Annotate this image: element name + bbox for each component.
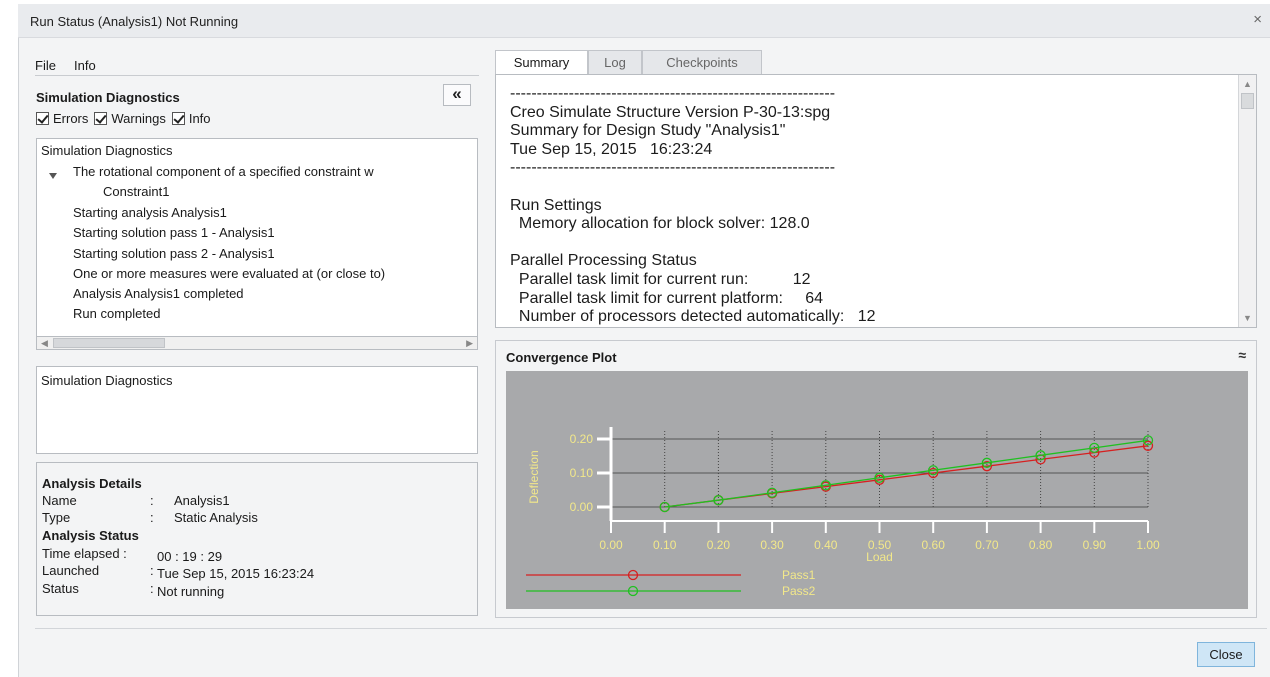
summary-vertical-scrollbar[interactable]: ▲ ▼ [1238, 75, 1256, 327]
tree-item[interactable]: The rotational component of a specified … [73, 164, 374, 179]
menu-info-label: Info [74, 58, 96, 73]
tree-item[interactable]: One or more measures were evaluated at (… [73, 266, 385, 281]
elapsed-value: 00 : 19 : 29 [157, 549, 223, 564]
x-tick-label: 0.90 [1083, 538, 1107, 552]
tree-item[interactable]: Starting solution pass 2 - Analysis1 [73, 246, 275, 261]
convergence-title: Convergence Plot [506, 350, 617, 365]
errors-checkbox[interactable] [36, 112, 49, 125]
x-tick-label: 0.20 [707, 538, 731, 552]
name-value: Analysis1 [174, 493, 230, 508]
launched-label: Launched [42, 563, 100, 578]
tree-item[interactable]: Starting solution pass 1 - Analysis1 [73, 225, 275, 240]
tree-horizontal-scrollbar[interactable]: ◀ ▶ [36, 336, 478, 350]
analysis-status-heading: Analysis Status [42, 528, 139, 543]
diagnostics-title: Simulation Diagnostics [36, 90, 180, 105]
type-label: Type [42, 510, 71, 525]
status-value: Not running [157, 584, 225, 599]
scroll-left-icon[interactable]: ◀ [41, 338, 48, 349]
x-tick-label: 0.30 [760, 538, 784, 552]
series-line [664, 439, 1149, 508]
diagnostics-filters: Errors Warnings Info [36, 111, 217, 126]
warnings-checkbox[interactable] [94, 112, 108, 125]
warnings-label: Warnings [111, 111, 166, 126]
footer-divider [35, 628, 1267, 629]
menu-info[interactable]: Info [74, 58, 96, 73]
diagnostic-detail-label: Simulation Diagnostics [41, 373, 173, 388]
summary-text: ----------------------------------------… [510, 85, 876, 326]
analysis-details-panel: Analysis Details Name : Analysis1 Type :… [36, 462, 478, 616]
launched-value: Tue Sep 15, 2015 16:23:24 [157, 566, 315, 581]
status-separator: : [150, 581, 154, 596]
analysis-details-heading: Analysis Details [42, 476, 142, 491]
y-tick-label: 0.20 [570, 432, 594, 446]
tab-summary[interactable]: Summary [495, 50, 588, 75]
name-separator: : [150, 493, 154, 508]
y-tick-label: 0.10 [570, 466, 594, 480]
menu-file-label: File [35, 58, 56, 73]
legend-label: Pass1 [782, 568, 816, 582]
close-icon[interactable]: × [1253, 12, 1262, 27]
convergence-chart: 0.000.100.200.00 0.10 0.20 0.30 0.40 0.50 0.60… [526, 427, 1160, 598]
menu-bar: File Info [35, 52, 479, 76]
errors-label: Errors [53, 111, 89, 126]
legend-label: Pass2 [782, 584, 816, 598]
x-tick-label: 0.40 [814, 538, 838, 552]
convergence-plot: 0.00 0.10 0.20 0.00 0.10 0.20 0.30 0.40 0.50 0.60… [506, 371, 1248, 609]
tree-item[interactable]: Constraint1 [103, 184, 169, 199]
scroll-down-icon[interactable]: ▼ [1243, 313, 1252, 323]
type-value: Static Analysis [174, 510, 258, 525]
info-label: Info [188, 111, 211, 126]
expand-arrow-icon[interactable] [49, 173, 57, 179]
x-tick-label: 0.80 [1029, 538, 1053, 552]
scroll-thumb[interactable] [53, 338, 165, 348]
collapse-left-button[interactable]: « [443, 84, 471, 106]
status-label: Status [42, 581, 79, 596]
tab-checkpoints[interactable]: Checkpoints [642, 50, 762, 74]
x-axis-label: Load [866, 550, 893, 564]
dialog-body: File Info Simulation Diagnostics « Error… [18, 38, 1270, 677]
x-tick-label: 0.10 [653, 538, 677, 552]
x-tick-label: 0.70 [975, 538, 999, 552]
diagnostic-detail-box: Simulation Diagnostics [36, 366, 478, 454]
x-tick-label: 0.60 [922, 538, 946, 552]
x-tick-label: 0.00 [599, 538, 623, 552]
y-axis-label: Deflection [527, 450, 541, 503]
tree-root[interactable]: Simulation Diagnostics [41, 143, 173, 158]
info-checkbox[interactable] [171, 112, 185, 125]
x-tick-label: 1.00 [1136, 538, 1160, 552]
y-tick-label: 0.00 [570, 500, 594, 514]
window-title: Run Status (Analysis1) Not Running [30, 14, 239, 29]
launched-separator: : [150, 563, 154, 578]
diagnostics-tree[interactable]: Simulation Diagnostics The rotational co… [36, 138, 478, 338]
elapsed-label: Time elapsed : [42, 546, 127, 561]
tab-log[interactable]: Log [588, 50, 642, 74]
convergence-panel: Convergence Plot ≈ 0.00 0.10 0.20 0.00 0.10 0… [495, 340, 1257, 618]
scroll-up-icon[interactable]: ▲ [1243, 79, 1252, 89]
scroll-thumb[interactable] [1241, 93, 1254, 109]
tree-item[interactable]: Analysis Analysis1 completed [73, 286, 244, 301]
scroll-right-icon[interactable]: ▶ [466, 338, 473, 349]
tree-item[interactable]: Starting analysis Analysis1 [73, 205, 227, 220]
collapse-panel-icon[interactable]: ≈ [1238, 347, 1246, 363]
name-label: Name [42, 493, 77, 508]
type-separator: : [150, 510, 154, 525]
title-bar: Run Status (Analysis1) Not Running × [18, 4, 1270, 38]
summary-text-area[interactable]: ----------------------------------------… [495, 74, 1257, 328]
close-button[interactable]: Close [1197, 642, 1255, 667]
menu-file[interactable]: File [35, 58, 56, 73]
tree-item[interactable]: Run completed [73, 306, 160, 321]
